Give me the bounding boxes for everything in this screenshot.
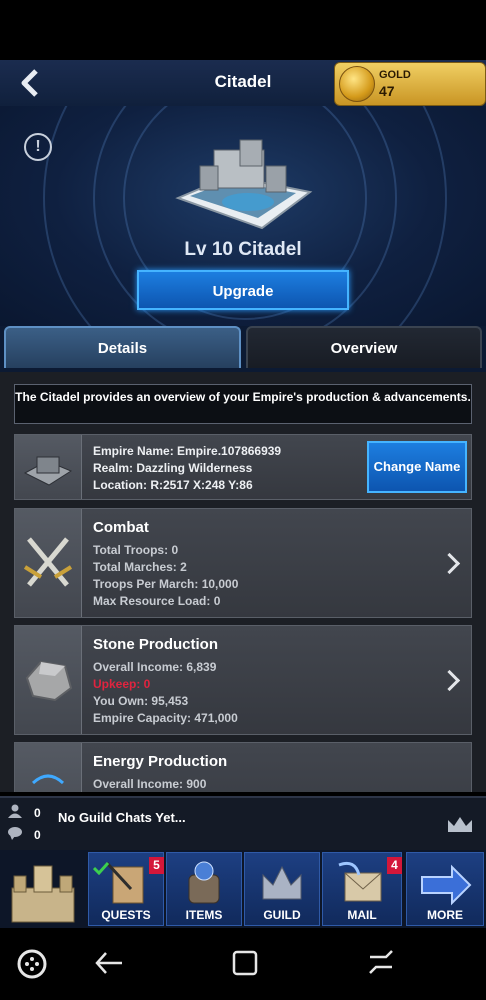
combat-title: Combat xyxy=(93,519,149,536)
chevron-right-icon[interactable] xyxy=(438,552,461,575)
fortress-icon xyxy=(23,456,73,486)
guild-crown-icon xyxy=(262,865,302,900)
online-users-count: 0 xyxy=(34,806,41,820)
details-content: The Citadel provides an overview of your… xyxy=(0,372,486,792)
max-resource-load: Max Resource Load: 0 xyxy=(93,594,221,608)
bottom-navigation: 5 QUESTS ITEMS GUILD 4 MAIL MORE xyxy=(0,850,486,928)
energy-production-card[interactable]: Energy Production Overall Income: 900 xyxy=(14,742,472,792)
citadel-level-title: Lv 10 Citadel xyxy=(184,239,302,260)
mail-icon xyxy=(338,861,382,902)
stone-income: Overall Income: 6,839 xyxy=(93,660,217,674)
combat-thumbnail xyxy=(15,509,82,617)
stone-icon xyxy=(25,660,73,702)
tab-overview[interactable]: Overview xyxy=(246,326,482,368)
guild-chat-preview: No Guild Chats Yet... xyxy=(58,810,186,825)
tab-details[interactable]: Details xyxy=(4,326,241,368)
arrow-right-icon xyxy=(421,864,472,906)
stone-capacity: Empire Capacity: 471,000 xyxy=(93,711,238,725)
gold-value: 47 xyxy=(379,83,395,99)
stone-thumbnail xyxy=(15,626,82,734)
mail-badge: 4 xyxy=(387,857,402,874)
gold-coin-icon xyxy=(339,66,375,102)
crown-icon[interactable] xyxy=(446,814,474,834)
backpack-icon xyxy=(188,861,220,904)
home-square-icon[interactable] xyxy=(231,949,259,977)
system-navigation-bar xyxy=(0,928,486,1000)
nav-guild[interactable]: GUILD xyxy=(244,852,320,926)
energy-thumbnail xyxy=(15,743,82,792)
total-marches: Total Marches: 2 xyxy=(93,560,187,574)
upgrade-button[interactable]: Upgrade xyxy=(137,270,349,310)
system-back-icon[interactable] xyxy=(94,948,124,978)
recent-apps-icon[interactable] xyxy=(366,949,396,977)
empire-location[interactable]: Location: R:2517 X:248 Y:86 xyxy=(93,478,253,492)
chat-bubble-icon xyxy=(8,827,22,840)
citadel-hero: ! Lv 10 Citadel Upgrade xyxy=(0,106,486,326)
nav-items[interactable]: ITEMS xyxy=(166,852,242,926)
guild-chat-bar[interactable]: 0 0 No Guild Chats Yet... xyxy=(0,796,486,852)
nav-quests[interactable]: 5 QUESTS xyxy=(88,852,164,926)
mail-label: MAIL xyxy=(347,908,377,922)
empire-thumbnail xyxy=(15,435,82,499)
quests-badge: 5 xyxy=(149,857,164,874)
tab-bar: Details Overview xyxy=(0,326,486,372)
unread-messages-count: 0 xyxy=(34,828,41,842)
gold-balance[interactable]: GOLD 47 xyxy=(334,62,486,106)
energy-icon xyxy=(31,774,65,785)
status-bar xyxy=(0,0,486,60)
troops-per-march: Troops Per March: 10,000 xyxy=(93,577,239,591)
energy-title: Energy Production xyxy=(93,753,228,770)
items-label: ITEMS xyxy=(185,908,223,922)
nav-mail[interactable]: 4 MAIL xyxy=(322,852,402,926)
castle-icon xyxy=(11,865,75,923)
change-name-button[interactable]: Change Name xyxy=(367,441,467,493)
empire-realm: Realm: Dazzling Wilderness xyxy=(93,461,253,475)
game-launcher-icon[interactable] xyxy=(16,948,48,980)
user-icon xyxy=(8,804,22,818)
total-troops: Total Troops: 0 xyxy=(93,543,179,557)
citadel-building-image xyxy=(175,139,313,230)
nav-citadel[interactable] xyxy=(2,852,84,926)
info-icon[interactable]: ! xyxy=(24,133,52,161)
quests-label: QUESTS xyxy=(101,908,151,922)
guild-label: GUILD xyxy=(263,908,301,922)
empire-name: Empire Name: Empire.107866939 xyxy=(93,444,282,458)
stone-owned: You Own: 95,453 xyxy=(93,694,189,708)
stone-upkeep: Upkeep: 0 xyxy=(93,677,151,691)
more-label: MORE xyxy=(427,908,463,922)
nav-more[interactable]: MORE xyxy=(406,852,484,926)
empire-info-card: Empire Name: Empire.107866939 Realm: Daz… xyxy=(14,434,472,500)
gold-label: GOLD xyxy=(379,69,411,81)
crossed-swords-icon xyxy=(23,537,73,587)
checkmark-icon xyxy=(93,861,109,875)
energy-income: Overall Income: 900 xyxy=(93,777,207,791)
stone-title: Stone Production xyxy=(93,636,218,653)
combat-card[interactable]: Combat Total Troops: 0 Total Marches: 2 … xyxy=(14,508,472,618)
stone-production-card[interactable]: Stone Production Overall Income: 6,839 U… xyxy=(14,625,472,735)
citadel-description: The Citadel provides an overview of your… xyxy=(14,384,472,424)
chevron-right-icon[interactable] xyxy=(438,669,461,692)
